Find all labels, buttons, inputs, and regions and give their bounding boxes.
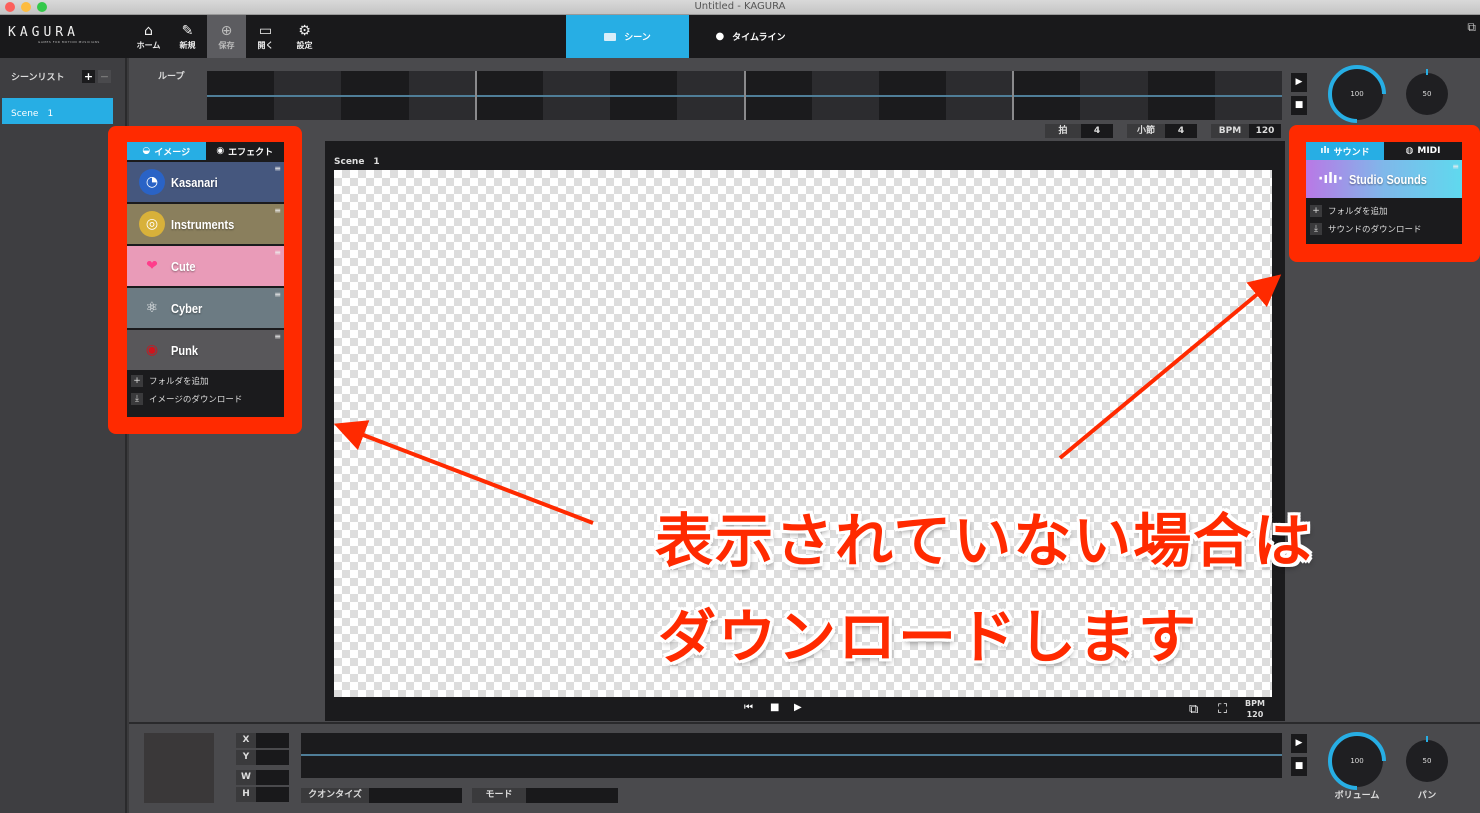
volume-label: ボリューム xyxy=(1334,791,1380,801)
arrow-to-sound-panel xyxy=(1058,274,1282,460)
layer-pan-knob[interactable]: 50 xyxy=(1406,736,1448,782)
layer-play-button[interactable]: ▶ xyxy=(1291,734,1307,753)
layer-timeline[interactable] xyxy=(301,733,1282,778)
w-field[interactable]: W xyxy=(236,770,289,785)
annotation-line-2: ダウンロードします xyxy=(658,603,1199,671)
layer-volume-knob[interactable]: 100 xyxy=(1328,732,1386,790)
layer-volume-knob-arc xyxy=(1328,732,1386,790)
pan-indicator xyxy=(1426,736,1428,742)
layer-thumbnail[interactable] xyxy=(144,733,214,803)
x-field[interactable]: X xyxy=(236,733,289,748)
annotation-arrows xyxy=(333,274,1282,525)
y-field[interactable]: Y xyxy=(236,750,289,765)
arrow-to-image-panel xyxy=(333,420,594,525)
layer-stop-button[interactable]: ■ xyxy=(1291,757,1307,776)
pan-label: パン xyxy=(1417,791,1437,801)
quantize-field[interactable]: クオンタイズ xyxy=(301,788,462,803)
annotation-line-1: 表示されていない場合は xyxy=(655,507,1314,575)
h-field[interactable]: H xyxy=(236,787,289,802)
mode-field[interactable]: モード xyxy=(472,788,618,803)
